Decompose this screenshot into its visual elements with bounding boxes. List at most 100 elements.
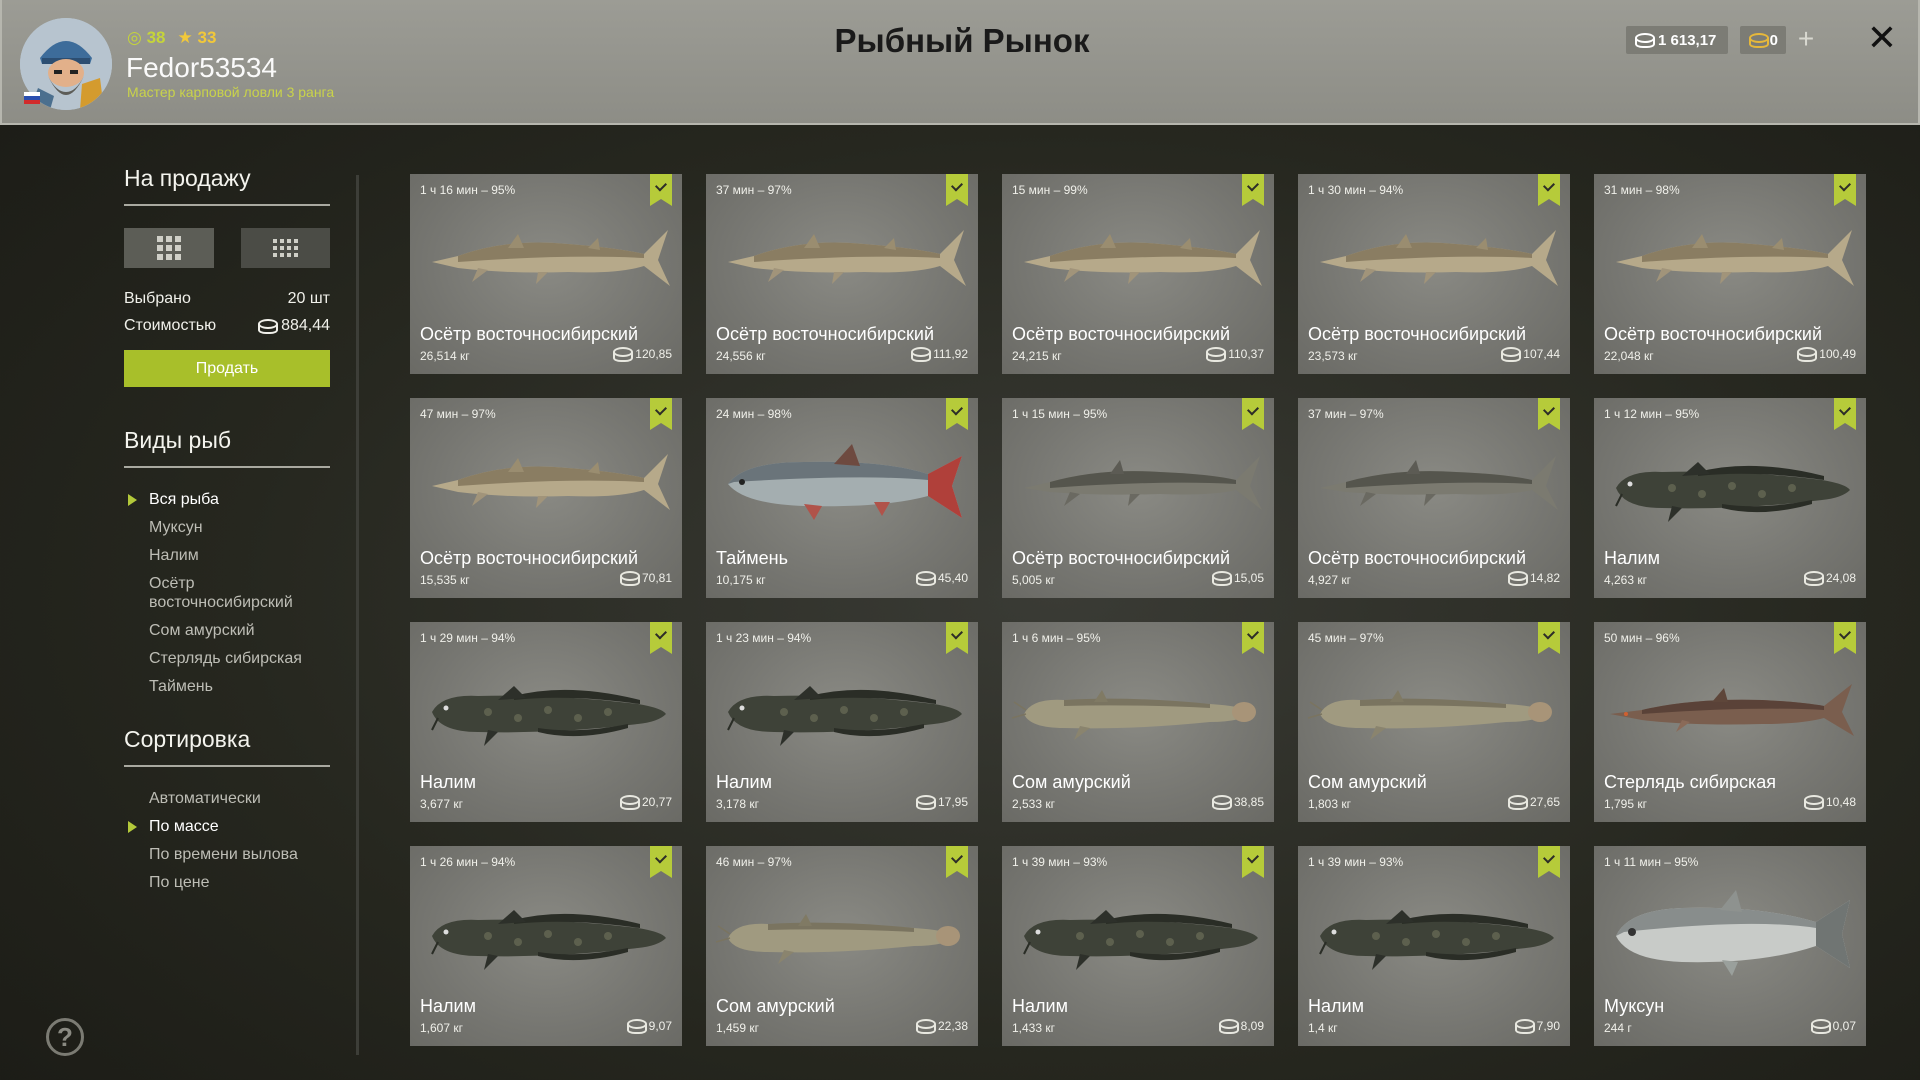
fish-weight: 22,048 кг [1604,349,1654,363]
large-grid-view-button[interactable] [124,228,214,268]
fish-card[interactable]: 1 ч 29 мин – 94% Налим 3,677 кг 20,77 [410,622,682,822]
fish-card[interactable]: 37 мин – 97% Осётр восточносибирский 24,… [706,174,978,374]
fish-weight: 2,533 кг [1012,797,1055,811]
catch-time: 1 ч 6 мин – 95% [1012,631,1101,645]
fish-card[interactable]: 31 мин – 98% Осётр восточносибирский 22,… [1594,174,1866,374]
selected-check-icon[interactable] [1242,846,1264,878]
selected-check-icon[interactable] [1538,622,1560,654]
fish-price: 110,37 [1205,346,1264,362]
fish-weight: 5,005 кг [1012,573,1055,587]
fish-card[interactable]: 47 мин – 97% Осётр восточносибирский 15,… [410,398,682,598]
selected-value: 20 шт [287,290,330,307]
sort-option-item[interactable]: По цене [124,873,330,892]
fish-card[interactable]: 1 ч 6 мин – 95% Сом амурский 2,533 кг 38… [1002,622,1274,822]
selected-check-icon[interactable] [946,398,968,430]
fish-card[interactable]: 1 ч 39 мин – 93% Налим 1,433 кг 8,09 [1002,846,1274,1046]
selected-check-icon[interactable] [650,174,672,206]
fish-image [418,652,674,762]
fish-card[interactable]: 1 ч 16 мин – 95% Осётр восточносибирский… [410,174,682,374]
catch-time: 1 ч 15 мин – 95% [1012,407,1108,421]
silver-coin-icon [1810,1018,1831,1034]
silver-coin-icon [1205,346,1227,362]
fish-weight: 4,263 кг [1604,573,1647,587]
sidebar: На продажу Выбрано 20 шт Стоимостью 884,… [124,165,330,922]
selected-check-icon[interactable] [1538,174,1560,206]
top-bar: ◎ 38 ★ 33 Fedor53534 Мастер карповой лов… [0,0,1920,125]
fish-card[interactable]: 24 мин – 98% Таймень 10,175 кг 45,40 [706,398,978,598]
selected-check-icon[interactable] [1242,398,1264,430]
fish-price: 10,48 [1803,794,1856,810]
fish-name: Осётр восточносибирский [1604,324,1823,344]
fish-card[interactable]: 1 ч 11 мин – 95% Муксун 244 г 0,07 [1594,846,1866,1046]
fish-price: 14,82 [1507,570,1560,586]
selected-check-icon[interactable] [946,846,968,878]
fish-price: 20,77 [619,794,672,810]
selected-check-icon[interactable] [1834,398,1856,430]
help-button[interactable]: ? [46,1018,84,1056]
gold-balance: 0 [1740,26,1786,54]
cost-value-wrap: 884,44 [257,317,330,335]
player-title: Мастер карповой ловли 3 ранга [127,84,335,100]
selected-check-icon[interactable] [650,398,672,430]
sort-option-item[interactable]: По времени вылова [124,845,330,864]
species-filter-item[interactable]: Сом амурский [124,621,330,640]
selected-check-icon[interactable] [946,174,968,206]
fish-name: Осётр восточносибирский [420,548,639,568]
fish-card[interactable]: 1 ч 15 мин – 95% Осётр восточносибирский… [1002,398,1274,598]
species-filter-item[interactable]: Муксун [124,518,330,537]
catch-time: 24 мин – 98% [716,407,792,421]
selected-check-icon[interactable] [1242,622,1264,654]
fish-card[interactable]: 15 мин – 99% Осётр восточносибирский 24,… [1002,174,1274,374]
species-filter-item[interactable]: Вся рыба [124,490,330,509]
selected-check-icon[interactable] [946,622,968,654]
catch-time: 31 мин – 98% [1604,183,1680,197]
fish-card[interactable]: 46 мин – 97% Сом амурский 1,459 кг 22,38 [706,846,978,1046]
selected-check-icon[interactable] [1834,174,1856,206]
fish-name: Осётр восточносибирский [1308,324,1527,344]
silver-coin-icon [915,570,936,586]
fish-card[interactable]: 1 ч 23 мин – 94% Налим 3,178 кг 17,95 [706,622,978,822]
fish-card[interactable]: 1 ч 30 мин – 94% Осётр восточносибирский… [1298,174,1570,374]
selected-check-icon[interactable] [650,846,672,878]
species-filter-item[interactable]: Стерлядь сибирская [124,649,330,668]
fish-name: Сом амурский [716,996,835,1016]
species-filter-item[interactable]: Таймень [124,677,330,696]
fish-price: 17,95 [915,794,968,810]
fish-image [1602,652,1858,762]
fish-card[interactable]: 1 ч 26 мин – 94% Налим 1,607 кг 9,07 [410,846,682,1046]
fish-card[interactable]: 37 мин – 97% Осётр восточносибирский 4,9… [1298,398,1570,598]
small-grid-view-button[interactable] [240,228,330,268]
fish-card[interactable]: 50 мин – 96% Стерлядь сибирская 1,795 кг… [1594,622,1866,822]
selected-check-icon[interactable] [1538,846,1560,878]
fish-name: Муксун [1604,996,1665,1016]
sort-option-item[interactable]: Автоматически [124,789,330,808]
add-currency-button[interactable]: + [1792,25,1820,54]
silver-balance: 1 613,17 [1626,26,1728,54]
species-heading: Виды рыб [124,427,330,468]
fish-price: 22,38 [915,1018,968,1034]
species-filter-item[interactable]: Налим [124,546,330,565]
silver-coin-icon [619,570,640,586]
fish-card[interactable]: 45 мин – 97% Сом амурский 1,803 кг 27,65 [1298,622,1570,822]
sell-button[interactable]: Продать [124,350,330,387]
silver-coin-icon [1218,1018,1239,1034]
fish-price: 45,40 [915,570,968,586]
sort-heading: Сортировка [124,726,330,767]
fish-card[interactable]: 1 ч 12 мин – 95% Налим 4,263 кг 24,08 [1594,398,1866,598]
fish-image [714,204,970,314]
sort-option-item[interactable]: По массе [124,817,330,836]
selected-check-icon[interactable] [1834,622,1856,654]
species-filter-item[interactable]: Осётр восточносибирский [124,574,330,612]
silver-coin-icon [1211,570,1232,586]
fish-card[interactable]: 1 ч 39 мин – 93% Налим 1,4 кг 7,90 [1298,846,1570,1046]
selected-check-icon[interactable] [1242,174,1264,206]
selected-check-icon[interactable] [1538,398,1560,430]
fish-image [1010,428,1266,538]
fish-image [1306,204,1562,314]
close-button[interactable]: ✕ [1864,20,1900,56]
silver-coin-icon [626,1018,647,1034]
fish-image [418,876,674,986]
silver-coin-icon [915,794,936,810]
catch-time: 1 ч 16 мин – 95% [420,183,516,197]
selected-check-icon[interactable] [650,622,672,654]
